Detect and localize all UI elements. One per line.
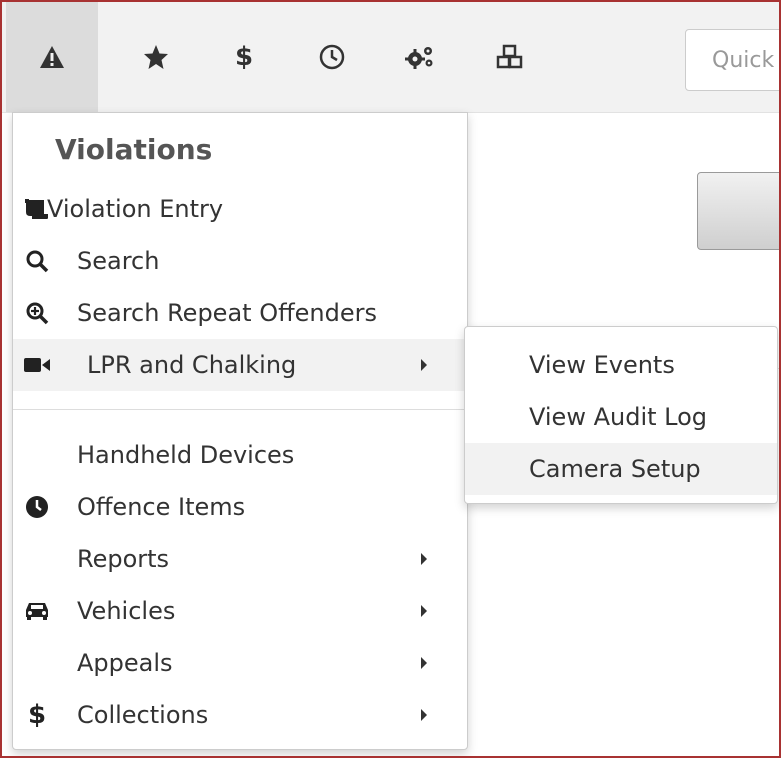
chevron-right-icon	[421, 605, 427, 617]
menu-item-vehicles[interactable]: Vehicles	[13, 585, 467, 637]
violations-dropdown-menu: Violations Violation Entry Search Search…	[12, 112, 468, 750]
quick-search-input[interactable]	[685, 29, 779, 91]
clock-icon	[23, 493, 51, 521]
menu-item-label: Reports	[77, 545, 170, 573]
menu-item-label: Offence Items	[77, 493, 246, 521]
menu-item-label: Collections	[77, 701, 209, 729]
top-toolbar: $	[2, 2, 779, 113]
background-button[interactable]	[697, 172, 779, 250]
car-icon	[23, 597, 51, 625]
clock-icon	[319, 44, 345, 70]
menu-item-violation-entry[interactable]: Violation Entry	[13, 183, 467, 235]
menu-item-appeals[interactable]: Appeals	[13, 637, 467, 689]
star-icon	[144, 45, 168, 69]
video-camera-icon	[23, 351, 51, 379]
menu-item-offence-items[interactable]: Offence Items	[13, 481, 467, 533]
menu-item-lpr-and-chalking[interactable]: LPR and Chalking	[13, 339, 467, 391]
app-frame: $ Quick Violations Violation Entry Searc…	[0, 0, 781, 758]
submenu-item-camera-setup[interactable]: Camera Setup	[465, 443, 777, 495]
menu-item-label: Violation Entry	[47, 195, 224, 223]
submenu-item-view-audit-log[interactable]: View Audit Log	[465, 391, 777, 443]
lpr-submenu: View Events View Audit Log Camera Setup	[464, 326, 778, 504]
search-plus-icon	[23, 299, 51, 327]
finance-button[interactable]: $	[198, 2, 290, 112]
cubes-icon	[496, 44, 523, 69]
menu-item-label: Appeals	[77, 649, 173, 677]
dollar-icon: $	[27, 700, 47, 730]
menu-item-reports[interactable]: Reports	[13, 533, 467, 585]
chevron-right-icon	[421, 657, 427, 669]
menu-header: Violations	[55, 133, 213, 166]
submenu-item-label: View Audit Log	[529, 403, 708, 431]
menu-item-search-repeat-offenders[interactable]: Search Repeat Offenders	[13, 287, 467, 339]
favorites-button[interactable]	[110, 2, 202, 112]
modules-button[interactable]	[464, 2, 556, 112]
menu-item-handheld-devices[interactable]: Handheld Devices	[13, 429, 467, 481]
menu-item-search[interactable]: Search	[13, 235, 467, 287]
menu-item-collections[interactable]: $ Collections	[13, 689, 467, 741]
menu-item-label: Handheld Devices	[77, 441, 295, 469]
search-icon	[23, 247, 51, 275]
submenu-item-label: Camera Setup	[529, 455, 701, 483]
menu-item-label: Vehicles	[77, 597, 176, 625]
warning-icon	[40, 46, 64, 68]
submenu-item-label: View Events	[529, 351, 675, 379]
cogs-icon	[405, 47, 433, 69]
violations-menu-button[interactable]	[6, 2, 98, 112]
menu-divider	[13, 409, 467, 410]
menu-item-label: Search Repeat Offenders	[77, 299, 377, 327]
menu-item-label: Search	[77, 247, 160, 275]
chevron-right-icon	[421, 553, 427, 565]
submenu-item-view-events[interactable]: View Events	[465, 339, 777, 391]
history-button[interactable]	[286, 2, 378, 112]
menu-item-label: LPR and Chalking	[87, 351, 297, 379]
dollar-icon: $	[234, 42, 254, 72]
chevron-right-icon	[421, 359, 427, 371]
chevron-right-icon	[421, 709, 427, 721]
settings-button[interactable]	[374, 2, 466, 112]
